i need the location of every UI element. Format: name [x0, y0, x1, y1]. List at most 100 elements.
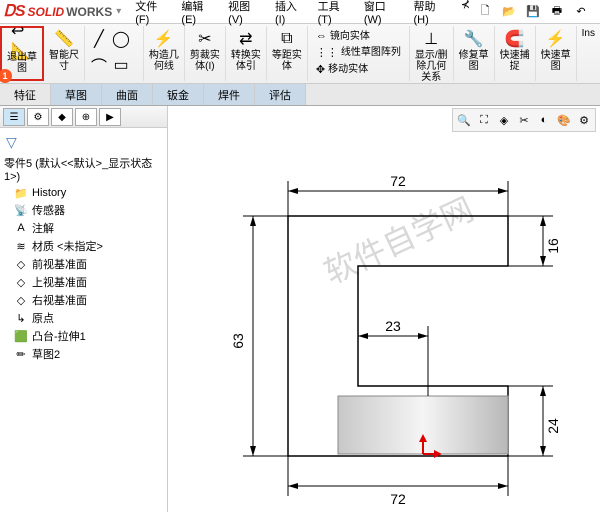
tree-item-label: 注解 — [32, 220, 54, 236]
menu-insert[interactable]: 插入(I) — [269, 0, 312, 28]
arc-icon: ⌒ — [88, 54, 110, 76]
move-button[interactable]: ✥移动实体 — [314, 61, 370, 78]
logo-brand2: WORKS — [66, 5, 112, 19]
menu-view[interactable]: 视图(V) — [222, 0, 269, 28]
tree-item[interactable]: ✏草图2 — [4, 345, 163, 363]
undo-icon[interactable]: ↶ — [572, 3, 590, 21]
tree-tab-icon[interactable]: ☰ — [3, 108, 25, 126]
line-button[interactable]: ╱ — [88, 26, 110, 52]
tree-item-label: 前视基准面 — [32, 256, 87, 272]
app-logo: ᎠS SOLIDWORKS — [4, 3, 112, 21]
tree-item[interactable]: ◇ 右视基准面 — [4, 291, 163, 309]
tab-sketch[interactable]: 草图 — [51, 84, 102, 105]
rapid-button[interactable]: ⚡ 快速草 图 — [539, 26, 573, 74]
circle-button[interactable]: ◯ — [110, 26, 132, 52]
feature-tabs: 特征 草图 曲面 钣金 焊件 评估 — [0, 84, 600, 106]
print-icon[interactable]: 🖶 — [548, 3, 566, 21]
tree-item[interactable]: A 注解 — [4, 219, 163, 237]
exit-sketch-icon: ↩📐 — [11, 30, 33, 52]
tree-item-label: History — [32, 187, 66, 199]
tree-item-icon: ◇ — [14, 275, 28, 289]
tree-item-icon: ◇ — [14, 257, 28, 271]
menu-tools[interactable]: 工具(T) — [312, 0, 358, 28]
tree-item-icon: ≋ — [14, 239, 28, 253]
convert-button[interactable]: ⇄ 转换实 体引 — [229, 26, 263, 74]
prop-tab-icon[interactable]: ◆ — [51, 108, 73, 126]
tree-item[interactable]: ◇上视基准面 — [4, 273, 163, 291]
save-icon[interactable]: 💾 — [524, 3, 542, 21]
snap-label: 快速捕 捉 — [500, 50, 530, 72]
repair-button[interactable]: 🔧 修复草 图 — [457, 26, 491, 74]
menu-help[interactable]: 帮助(H) — [407, 0, 454, 28]
tree-item-icon: ◇ — [14, 293, 28, 307]
tree-item[interactable]: ◇ 前视基准面 — [4, 255, 163, 273]
pattern-button[interactable]: ⋮⋮线性草图阵列 — [314, 44, 403, 61]
panel-tab-strip: ☰ ⚙ ◆ ⊕ ▶ — [0, 106, 167, 128]
smart-dim-label: 智能尺 寸 — [49, 50, 79, 72]
smart-dimension-button[interactable]: 📏 智能尺 寸 — [47, 26, 81, 74]
rect-button[interactable]: ▭ — [110, 52, 132, 78]
circle-icon: ◯ — [110, 28, 132, 50]
menu-pin-icon[interactable]: ⊀ — [455, 0, 476, 28]
tree-item[interactable]: ↳原点 — [4, 309, 163, 327]
exit-sketch-group: ↩📐 退出草 图 1 — [0, 26, 44, 81]
feature-tree: ▽ 零件5 (默认<<默认>_显示状态 1>) 📁History📡传感器A注解≋… — [0, 128, 167, 512]
main-menu: 文件(F) 编辑(E) 视图(V) 插入(I) 工具(T) 窗口(W) 帮助(H… — [129, 0, 476, 28]
dim-right-bot: 24 — [545, 418, 561, 434]
tree-item[interactable]: 📁 History — [4, 185, 163, 201]
trim-icon: ✂ — [194, 28, 216, 50]
part-name[interactable]: 零件5 (默认<<默认>_显示状态 1>) — [4, 153, 163, 185]
rect-icon: ▭ — [110, 54, 132, 76]
dropdown-icon[interactable]: ▾ — [116, 6, 121, 17]
tree-item-icon: A — [14, 221, 28, 235]
menu-file[interactable]: 文件(F) — [129, 0, 175, 28]
arc-button[interactable]: ⌒ — [88, 52, 110, 78]
main-area: ☰ ⚙ ◆ ⊕ ▶ ▽ 零件5 (默认<<默认>_显示状态 1>) 📁 Histo… — [0, 106, 600, 512]
offset-label: 等距实 体 — [272, 50, 302, 72]
tab-surface[interactable]: 曲面 — [102, 84, 153, 105]
menu-edit[interactable]: 编辑(E) — [175, 0, 222, 28]
tab-eval[interactable]: 评估 — [255, 84, 306, 105]
display-tab-icon[interactable]: ⊕ — [75, 108, 97, 126]
tree-item-icon: 📁 — [14, 186, 28, 200]
exit-sketch-button[interactable]: ↩📐 退出草 图 — [5, 28, 39, 76]
display-label: 显示/删 除几何 关系 — [415, 50, 448, 83]
repair-label: 修复草 图 — [459, 50, 489, 72]
graphics-viewport[interactable]: 🔍 ⛶ ◈ ✂ ◐ 🎨 ⚙ 软件自学网 — [168, 106, 600, 512]
tree-item[interactable]: ≋ 材质 <未指定> — [4, 237, 163, 255]
convert-icon: ⇄ — [235, 28, 257, 50]
trim-button[interactable]: ✂ 剪裁实 体(I) — [188, 26, 222, 74]
construct-geom-button[interactable]: ⚡ 构造几 何线 — [147, 26, 181, 74]
tree-item[interactable]: 📡传感器 — [4, 201, 163, 219]
tree-item-label: 凸台-拉伸1 — [32, 328, 86, 344]
dim-right-top: 16 — [545, 238, 561, 254]
tree-item-label: 材质 <未指定> — [32, 238, 103, 254]
exit-sketch-label: 退出草 图 — [7, 52, 37, 74]
snap-icon: 🧲 — [504, 28, 526, 50]
relations-icon: ⊥ — [420, 28, 442, 50]
filter-icon[interactable]: ▽ — [4, 132, 163, 153]
menu-window[interactable]: 窗口(W) — [358, 0, 408, 28]
pattern-icon: ⋮⋮ — [316, 46, 338, 59]
tree-item-label: 右视基准面 — [32, 292, 87, 308]
tab-weld[interactable]: 焊件 — [204, 84, 255, 105]
rapid-label: 快速草 图 — [541, 50, 571, 72]
dim-top: 72 — [390, 173, 406, 189]
mirror-button[interactable]: ⇔镜向实体 — [314, 28, 372, 44]
config-tab-icon[interactable]: ⚙ — [27, 108, 49, 126]
dim-left: 63 — [230, 333, 246, 349]
snap-button[interactable]: 🧲 快速捕 捉 — [498, 26, 532, 74]
tab-sheet[interactable]: 钣金 — [153, 84, 204, 105]
offset-button[interactable]: ⧉ 等距实 体 — [270, 26, 304, 74]
dimension-icon: 📏 — [53, 28, 75, 50]
tree-item-icon: ↳ — [14, 311, 28, 325]
open-icon[interactable]: 📂 — [500, 3, 518, 21]
tab-feature[interactable]: 特征 — [0, 84, 51, 105]
new-icon[interactable]: 🗋 — [476, 3, 494, 21]
sketch-drawing: 72 72 63 23 — [168, 106, 600, 512]
extra-tab-icon[interactable]: ▶ — [99, 108, 121, 126]
display-relations-button[interactable]: ⊥ 显示/删 除几何 关系 — [413, 26, 450, 84]
tree-item-label: 草图2 — [32, 346, 60, 362]
instant-button[interactable]: Ins — [580, 26, 597, 41]
tree-item[interactable]: 🟩凸台-拉伸1 — [4, 327, 163, 345]
